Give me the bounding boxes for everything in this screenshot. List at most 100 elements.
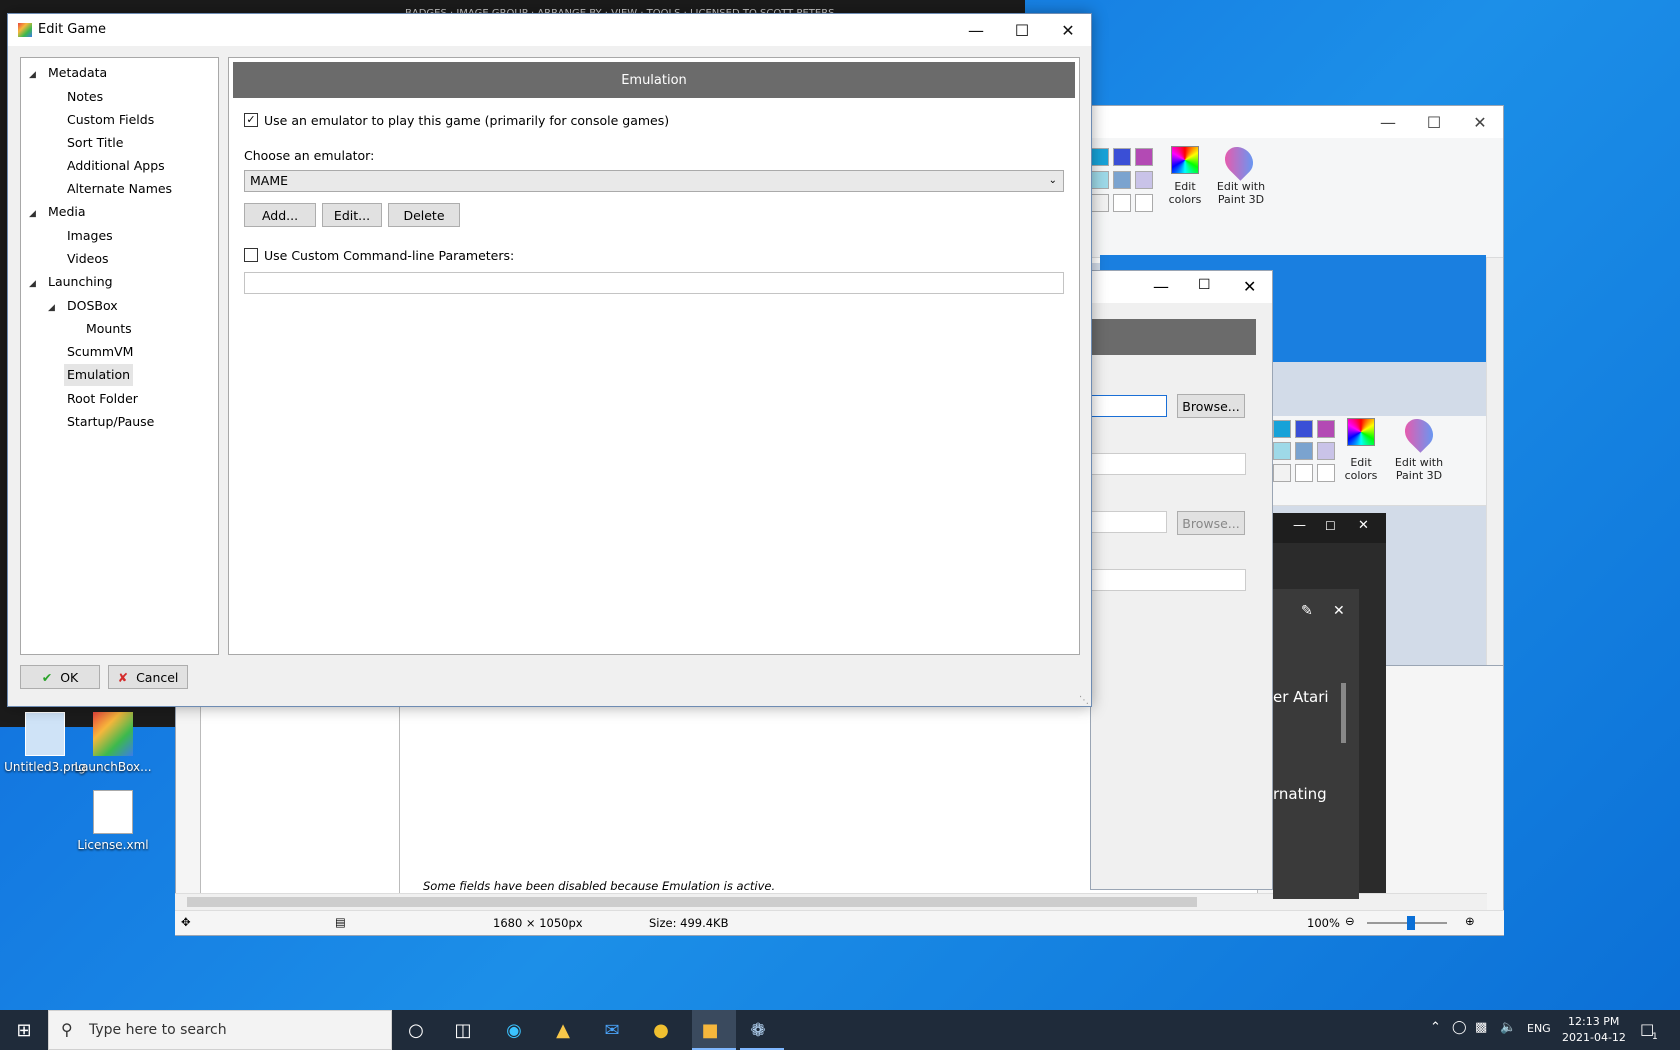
edit-colors-label[interactable]: Edit colors [1337, 456, 1385, 482]
close-icon[interactable]: ✕ [1358, 518, 1369, 533]
close-icon[interactable]: ✕ [1457, 106, 1503, 138]
close-icon[interactable]: ✕ [1045, 14, 1091, 46]
tree-item-mounts[interactable]: Mounts [83, 318, 135, 340]
resize-grip-icon[interactable]: ⋱ [1079, 695, 1089, 706]
tree-item-emulation[interactable]: Emulation [64, 364, 134, 386]
expand-triangle-icon[interactable]: ◢ [48, 303, 55, 313]
maximize-icon[interactable]: ☐ [1411, 106, 1457, 138]
color-swatch[interactable] [1295, 442, 1313, 460]
color-swatch[interactable] [1295, 464, 1313, 482]
file-explorer-icon[interactable]: ▲ [549, 1016, 577, 1044]
color-swatch[interactable] [1091, 194, 1109, 212]
volume-icon[interactable]: 🔈 [1500, 1020, 1516, 1035]
expand-triangle-icon[interactable]: ◢ [29, 209, 36, 219]
emulator-select[interactable]: MAME ⌄ [244, 170, 1064, 192]
taskbar-search[interactable]: ⚲ Type here to search [48, 1010, 392, 1050]
edit-window-back-input[interactable] [1091, 569, 1246, 591]
desktop-icon-license[interactable]: License.xml [68, 790, 158, 852]
custom-cmd-label[interactable]: Use Custom Command-line Parameters: [264, 248, 514, 263]
expand-triangle-icon[interactable]: ◢ [29, 70, 36, 80]
clock-time[interactable]: 12:13 PM [1568, 1015, 1619, 1028]
color-swatch[interactable] [1135, 148, 1153, 166]
color-swatch[interactable] [1295, 420, 1313, 438]
dark-popup-scroll-thumb[interactable] [1341, 683, 1346, 743]
color-swatch[interactable] [1273, 420, 1291, 438]
use-emulator-label[interactable]: Use an emulator to play this game (prima… [264, 113, 669, 128]
tree-item-images[interactable]: Images [64, 225, 116, 247]
scroll-thumb[interactable] [187, 897, 1197, 907]
desktop-icon-launchbox[interactable]: LaunchBox... [68, 712, 158, 774]
edit-colors-label[interactable]: Edit colors [1161, 180, 1209, 206]
edit-paint3d-label[interactable]: Edit with Paint 3D [1213, 180, 1269, 206]
color-swatch[interactable] [1135, 171, 1153, 189]
tree-item-startup-pause[interactable]: Startup/Pause [64, 411, 157, 433]
color-swatch[interactable] [1317, 464, 1335, 482]
close-icon[interactable]: ✕ [1243, 277, 1256, 296]
maximize-icon[interactable]: ☐ [1198, 277, 1211, 293]
add-emulator-button[interactable]: Add... [244, 203, 316, 227]
custom-cmd-checkbox[interactable] [244, 248, 258, 262]
chrome-icon[interactable]: ● [647, 1016, 675, 1044]
edit-colors-icon[interactable] [1347, 418, 1375, 446]
edit-window-back-input[interactable] [1091, 511, 1167, 533]
windows-start-icon[interactable]: ⊞ [10, 1016, 38, 1044]
close-icon[interactable]: ✕ [1333, 603, 1345, 619]
color-swatch[interactable] [1091, 171, 1109, 189]
launchbox-icon[interactable]: ■ [696, 1016, 724, 1044]
paint3d-icon[interactable] [1399, 413, 1439, 453]
edit-window-back-input[interactable] [1091, 453, 1246, 475]
color-swatch[interactable] [1113, 194, 1131, 212]
task-view-icon[interactable]: ◫ [449, 1016, 477, 1044]
cortana-icon[interactable]: ○ [402, 1016, 430, 1044]
minimize-icon[interactable]: — [1293, 518, 1306, 533]
zoom-slider-thumb[interactable] [1407, 916, 1415, 930]
color-swatch[interactable] [1317, 420, 1335, 438]
mail-icon[interactable]: ✉ [598, 1016, 626, 1044]
minimize-icon[interactable]: — [1153, 277, 1169, 296]
zoom-in-icon[interactable]: ⊕ [1465, 914, 1475, 928]
network-icon[interactable]: ▩ [1475, 1020, 1487, 1035]
paint-icon[interactable]: ❁ [744, 1016, 772, 1044]
edge-icon[interactable]: ◉ [500, 1016, 528, 1044]
tree-item-scummvm[interactable]: ScummVM [64, 341, 136, 363]
ok-button[interactable]: ✔ OK [20, 665, 100, 689]
color-swatch[interactable] [1113, 171, 1131, 189]
tree-item-notes[interactable]: Notes [64, 86, 106, 108]
edit-colors-icon[interactable] [1171, 146, 1199, 174]
color-swatch[interactable] [1135, 194, 1153, 212]
tree-item-dosbox[interactable]: DOSBox [64, 295, 121, 317]
color-swatch[interactable] [1091, 148, 1109, 166]
cancel-button[interactable]: ✘ Cancel [108, 665, 188, 689]
tree-item-media[interactable]: Media [45, 201, 89, 223]
color-swatch[interactable] [1317, 442, 1335, 460]
color-swatch[interactable] [1273, 464, 1291, 482]
tree-item-metadata[interactable]: Metadata [45, 62, 110, 84]
color-swatch[interactable] [1273, 442, 1291, 460]
edit-emulator-button[interactable]: Edit... [322, 203, 382, 227]
tree-item-custom-fields[interactable]: Custom Fields [64, 109, 157, 131]
tree-item-launching[interactable]: Launching [45, 271, 116, 293]
pencil-icon[interactable]: ✎ [1301, 603, 1313, 619]
custom-cmd-input[interactable] [244, 272, 1064, 294]
paint3d-icon[interactable] [1219, 141, 1259, 181]
color-swatch[interactable] [1113, 148, 1131, 166]
clock-date[interactable]: 2021-04-12 [1562, 1031, 1626, 1044]
use-emulator-checkbox[interactable]: ✓ [244, 113, 258, 127]
tree-item-sort-title[interactable]: Sort Title [64, 132, 126, 154]
tree-item-additional-apps[interactable]: Additional Apps [64, 155, 168, 177]
maximize-icon[interactable]: ☐ [1325, 519, 1336, 533]
minimize-icon[interactable]: — [1365, 106, 1411, 138]
maximize-icon[interactable]: ☐ [999, 14, 1045, 46]
tree-item-videos[interactable]: Videos [64, 248, 112, 270]
chevron-up-icon[interactable]: ⌃ [1430, 1020, 1441, 1035]
meet-icon[interactable]: ◯ [1452, 1020, 1467, 1035]
browse-button[interactable]: Browse... [1177, 394, 1245, 418]
minimize-icon[interactable]: — [953, 14, 999, 46]
tree-item-root-folder[interactable]: Root Folder [64, 388, 141, 410]
edit-window-back-input[interactable] [1091, 395, 1167, 417]
edit-paint3d-label[interactable]: Edit with Paint 3D [1391, 456, 1447, 482]
expand-triangle-icon[interactable]: ◢ [29, 279, 36, 289]
tree-item-alternate-names[interactable]: Alternate Names [64, 178, 175, 200]
language-indicator[interactable]: ENG [1527, 1022, 1551, 1035]
delete-emulator-button[interactable]: Delete [388, 203, 460, 227]
